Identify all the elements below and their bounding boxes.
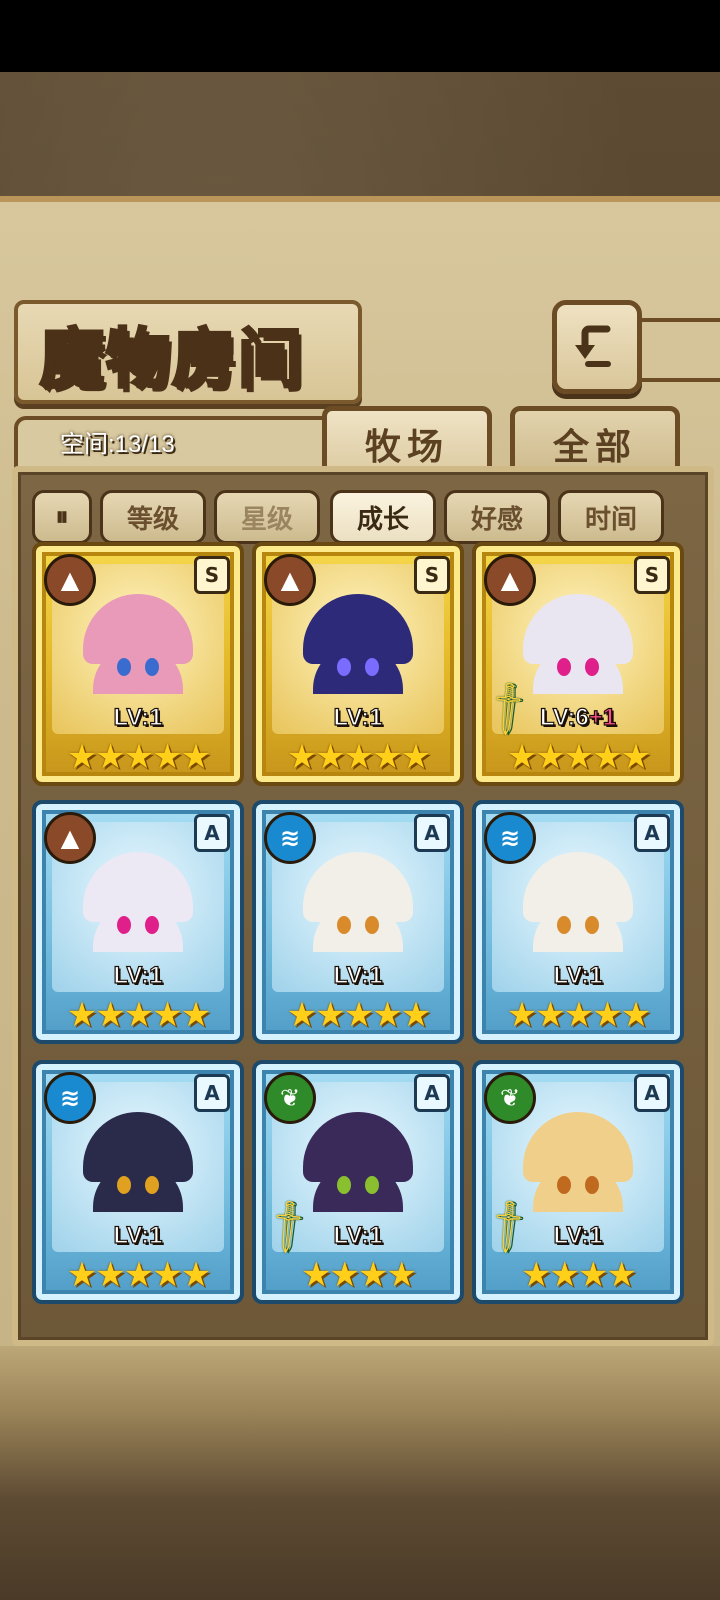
level-text: LV:1 xyxy=(553,1221,603,1249)
earth-element-icon: ▲ xyxy=(44,812,96,864)
sort-level-label: 等级 xyxy=(126,504,179,535)
rank-badge: A xyxy=(414,814,450,852)
monster-level: LV:1 xyxy=(256,703,460,732)
sort-star-button[interactable]: 星级 xyxy=(214,490,320,544)
star-rating: ★★★★★ xyxy=(286,737,431,777)
rank-badge: A xyxy=(634,1074,670,1112)
sort-level-button[interactable]: 等级 xyxy=(100,490,206,544)
star-rating: ★★★★ xyxy=(301,1255,417,1295)
earth-element-icon: ▲ xyxy=(44,554,96,606)
monster-card[interactable]: ▲ S 🗡 LV:6+1 ★★★★★ xyxy=(472,542,684,786)
rank-badge: A xyxy=(414,1074,450,1112)
monster-card[interactable]: ≋ A LV:1 ★★★★★ xyxy=(32,1060,244,1304)
sort-star-label: 星级 xyxy=(240,504,293,535)
back-rail xyxy=(632,318,720,382)
wood-element-icon: ❦ xyxy=(484,1072,536,1124)
rank-badge: A xyxy=(634,814,670,852)
tab-all-label: 全部 xyxy=(552,427,637,468)
star-rating: ★★★★★ xyxy=(506,737,651,777)
space-capacity-label: 空间:13/13 xyxy=(60,431,175,458)
star-rating: ★★★★★ xyxy=(66,995,211,1035)
sort-growth-label: 成长 xyxy=(356,504,409,535)
star-rating: ★★★★★ xyxy=(66,1255,211,1295)
star-rating: ★★★★★ xyxy=(66,737,211,777)
back-button[interactable] xyxy=(552,300,642,394)
monster-level: LV:1 xyxy=(36,703,240,732)
monster-level: LV:1 xyxy=(36,961,240,990)
level-text: LV:1 xyxy=(333,703,383,731)
level-text: LV:1 xyxy=(553,961,603,989)
monster-level: LV:1 xyxy=(256,961,460,990)
return-arrow-icon xyxy=(575,325,611,367)
star-rating: ★★★★★ xyxy=(286,995,431,1035)
sort-affection-button[interactable]: 好感 xyxy=(444,490,550,544)
status-bar xyxy=(0,0,720,72)
monster-level: LV:1 xyxy=(256,1221,460,1250)
level-text: LV:1 xyxy=(113,1221,163,1249)
level-text: LV:1 xyxy=(333,1221,383,1249)
earth-element-icon: ▲ xyxy=(264,554,316,606)
star-rating: ★★★★★ xyxy=(506,995,651,1035)
rank-badge: S xyxy=(414,556,450,594)
sort-time-button[interactable]: 时间 xyxy=(558,490,664,544)
level-bonus: +1 xyxy=(588,703,617,731)
page-title: 魔物房间 xyxy=(39,321,304,399)
rank-badge: S xyxy=(634,556,670,594)
water-element-icon: ≋ xyxy=(264,812,316,864)
map-top-band xyxy=(0,72,720,196)
monster-level: LV:6+1 xyxy=(476,703,680,732)
sort-affection-label: 好感 xyxy=(470,504,523,535)
monster-card[interactable]: ▲ A LV:1 ★★★★★ xyxy=(32,800,244,1044)
monster-level: LV:1 xyxy=(36,1221,240,1250)
wood-element-icon: ❦ xyxy=(264,1072,316,1124)
monster-card[interactable]: ❦ A 🗡 LV:1 ★★★★ xyxy=(252,1060,464,1304)
rank-badge: A xyxy=(194,1074,230,1112)
sort-growth-button[interactable]: 成长 xyxy=(330,490,436,544)
level-text: LV:1 xyxy=(333,961,383,989)
tab-farm-label: 牧场 xyxy=(364,427,449,468)
sort-order-toggle[interactable]: ⏸ xyxy=(32,490,92,544)
map-bottom-band xyxy=(0,1346,720,1600)
monster-card[interactable]: ≋ A LV:1 ★★★★★ xyxy=(252,800,464,1044)
monster-card[interactable]: ❦ A 🗡 LV:1 ★★★★ xyxy=(472,1060,684,1304)
monster-card[interactable]: ▲ S LV:1 ★★★★★ xyxy=(32,542,244,786)
level-text: LV:6 xyxy=(539,703,589,731)
earth-element-icon: ▲ xyxy=(484,554,536,606)
star-rating: ★★★★ xyxy=(521,1255,637,1295)
water-element-icon: ≋ xyxy=(484,812,536,864)
level-text: LV:1 xyxy=(113,703,163,731)
sort-time-label: 时间 xyxy=(584,504,637,535)
rank-badge: S xyxy=(194,556,230,594)
monster-level: LV:1 xyxy=(476,961,680,990)
rank-badge: A xyxy=(194,814,230,852)
level-text: LV:1 xyxy=(113,961,163,989)
monster-card[interactable]: ≋ A LV:1 ★★★★★ xyxy=(472,800,684,1044)
water-element-icon: ≋ xyxy=(44,1072,96,1124)
monster-level: LV:1 xyxy=(476,1221,680,1250)
monster-card[interactable]: ▲ S LV:1 ★★★★★ xyxy=(252,542,464,786)
order-toggle-icon: ⏸ xyxy=(55,501,69,532)
